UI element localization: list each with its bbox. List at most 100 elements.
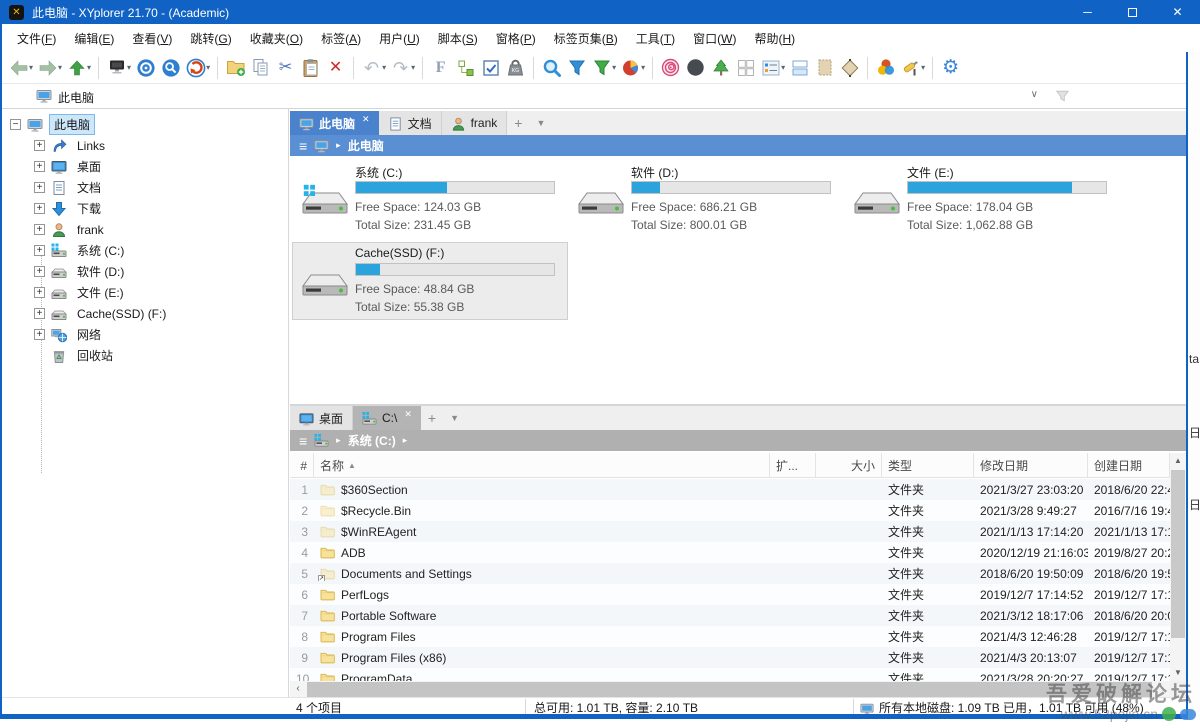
menu-item-3[interactable]: 查看(V) (123, 26, 181, 51)
menu-item-1[interactable]: 文件(F) (8, 26, 65, 51)
file-name[interactable]: $WinREAgent (341, 525, 416, 539)
tree-item-label[interactable]: 网络 (73, 325, 105, 344)
tree-item-label[interactable]: frank (73, 222, 108, 238)
file-row-PerfLogs[interactable]: 6PerfLogs文件夹2019/12/7 17:14:522019/12/7 … (290, 584, 1170, 605)
column-header-#[interactable]: # (290, 453, 314, 478)
drive-tile-Cache(SSD) (F:)[interactable]: Cache(SSD) (F:)Free Space: 48.84 GBTotal… (292, 242, 568, 320)
file-row-ADB[interactable]: 4ADB文件夹2020/12/19 21:16:032019/8/27 20:2 (290, 542, 1170, 563)
tree-expander-icon[interactable]: + (34, 182, 45, 193)
refresh-icon[interactable] (183, 55, 208, 81)
column-header-创建日期[interactable]: 创建日期 (1088, 453, 1170, 478)
tree-item-label[interactable]: 系统 (C:) (73, 241, 128, 260)
drive-tile-软件 (D:)[interactable]: 软件 (D:)Free Space: 686.21 GBTotal Size: … (568, 160, 844, 238)
tab-桌面[interactable]: 桌面 (290, 406, 353, 430)
column-header-类型[interactable]: 类型 (882, 453, 974, 478)
paint-format-icon[interactable] (898, 55, 923, 81)
menu-item-5[interactable]: 收藏夹(O) (241, 26, 312, 51)
visual-filter-icon[interactable] (1055, 89, 1070, 108)
copy-icon[interactable] (248, 55, 273, 81)
tree-expander-icon[interactable]: + (34, 329, 45, 340)
scroll-down-icon[interactable]: ▼ (1170, 665, 1186, 681)
tree-item-label[interactable]: 软件 (D:) (73, 262, 128, 281)
menu-item-6[interactable]: 标签(A) (312, 26, 370, 51)
flat-view-icon[interactable]: F (428, 55, 453, 81)
dropdown-caret-icon[interactable]: ▾ (58, 63, 62, 72)
tab-C:\[interactable]: C:\✕ (353, 406, 421, 430)
tree-item-label[interactable]: 回收站 (73, 346, 117, 365)
tab-此电脑[interactable]: 此电脑 ✕ (290, 111, 379, 135)
file-row-Program Files (x86)[interactable]: 9Program Files (x86)文件夹2021/4/3 20:13:07… (290, 647, 1170, 668)
grid-view-icon[interactable] (733, 55, 758, 81)
tree-expander-icon[interactable]: + (34, 161, 45, 172)
file-name[interactable]: ProgramData (341, 672, 412, 682)
file-row-Documents and Settings[interactable]: 5↗Documents and Settings文件夹2018/6/20 19:… (290, 563, 1170, 584)
file-name[interactable]: Documents and Settings (341, 567, 472, 581)
cut-icon[interactable]: ✂ (273, 55, 298, 81)
scroll-up-icon[interactable]: ▲ (1170, 453, 1186, 469)
file-name[interactable]: Portable Software (341, 609, 436, 623)
pane-splitter[interactable] (290, 404, 1186, 406)
tree-expander-icon[interactable]: + (34, 140, 45, 151)
tree-item-Links[interactable]: +Links (2, 135, 288, 156)
tree-item-系统 (C:)[interactable]: +系统 (C:) (2, 240, 288, 261)
tree-toggle-icon[interactable] (453, 55, 478, 81)
tree-item-下载[interactable]: +下载 (2, 198, 288, 219)
dropdown-caret-icon[interactable]: ▾ (612, 63, 616, 72)
forward-icon[interactable] (35, 55, 60, 81)
tab-label[interactable]: 此电脑 (319, 115, 355, 132)
drive-tile-文件 (E:)[interactable]: 文件 (E:)Free Space: 178.04 GBTotal Size: … (844, 160, 1120, 238)
tab-list-dropdown-icon[interactable]: ▼ (443, 413, 466, 423)
file-name[interactable]: ADB (341, 546, 366, 560)
goto-icon[interactable] (133, 55, 158, 81)
file-name[interactable]: $360Section (341, 483, 408, 497)
find-icon[interactable] (158, 55, 183, 81)
tree-expander-icon[interactable]: + (34, 308, 45, 319)
tab-label[interactable]: frank (471, 116, 498, 130)
menu-item-8[interactable]: 脚本(S) (429, 26, 487, 51)
tree-item-label[interactable]: 文档 (73, 178, 105, 197)
tree-item-桌面[interactable]: + 桌面 (2, 156, 288, 177)
folder-tree-icon[interactable] (708, 55, 733, 81)
details-view-icon[interactable] (758, 55, 783, 81)
file-row-$360Section[interactable]: 1$360Section文件夹2021/3/27 23:03:202018/6/… (290, 479, 1170, 500)
breadcrumb-menu-icon[interactable]: ≡ (299, 433, 307, 449)
address-location[interactable]: 此电脑 (58, 89, 94, 106)
menu-item-13[interactable]: 帮助(H) (745, 26, 804, 51)
checkbox-select-icon[interactable] (478, 55, 503, 81)
file-name[interactable]: Program Files (x86) (341, 651, 446, 665)
address-dropdown-icon[interactable]: ∨ (1031, 89, 1038, 100)
breadcrumb-location[interactable]: 系统 (C:) (348, 432, 396, 449)
dropdown-caret-icon[interactable]: ▾ (921, 63, 925, 72)
tree-item-label[interactable]: 桌面 (73, 157, 105, 176)
statistics-icon[interactable] (618, 55, 643, 81)
file-row-$WinREAgent[interactable]: 3$WinREAgent文件夹2021/1/13 17:14:202021/1/… (290, 521, 1170, 542)
mini-tree-icon[interactable] (104, 55, 129, 81)
file-row-$Recycle.Bin[interactable]: 2$Recycle.Bin文件夹2021/3/28 9:49:272016/7/… (290, 500, 1170, 521)
new-tab-icon[interactable]: + (507, 115, 529, 131)
color-filter-icon[interactable] (873, 55, 898, 81)
breadcrumb-menu-icon[interactable]: ≡ (299, 138, 307, 154)
paste-icon[interactable] (298, 55, 323, 81)
dropdown-caret-icon[interactable]: ▾ (127, 63, 131, 72)
filter-green-icon[interactable] (589, 55, 614, 81)
tree-item-label[interactable]: 此电脑 (49, 114, 95, 135)
tab-文档[interactable]: 文档 (379, 111, 442, 135)
rotate-paper-icon[interactable] (837, 55, 862, 81)
column-header-名称[interactable]: 名称▲ (314, 453, 770, 478)
tree-item-label[interactable]: 下载 (73, 199, 105, 218)
dropdown-caret-icon[interactable]: ▾ (29, 63, 33, 72)
paper-icon[interactable] (812, 55, 837, 81)
menu-item-2[interactable]: 编辑(E) (65, 26, 123, 51)
undo-icon[interactable]: ↶ (359, 55, 384, 81)
tree-item-软件 (D:)[interactable]: +软件 (D:) (2, 261, 288, 282)
tree-item-Cache(SSD) (F:)[interactable]: +Cache(SSD) (F:) (2, 303, 288, 324)
vertical-scrollbar[interactable]: ▲ ▼ (1170, 453, 1186, 681)
tab-frank[interactable]: frank (442, 111, 508, 135)
vertical-scroll-thumb[interactable] (1171, 470, 1185, 638)
tab-close-icon[interactable]: ✕ (362, 114, 370, 125)
new-folder-icon[interactable] (223, 55, 248, 81)
filter-blue-icon[interactable] (564, 55, 589, 81)
tree-expander-icon[interactable]: − (10, 119, 21, 130)
tree-item-文件 (E:)[interactable]: +文件 (E:) (2, 282, 288, 303)
tab-label[interactable]: C:\ (382, 411, 397, 425)
